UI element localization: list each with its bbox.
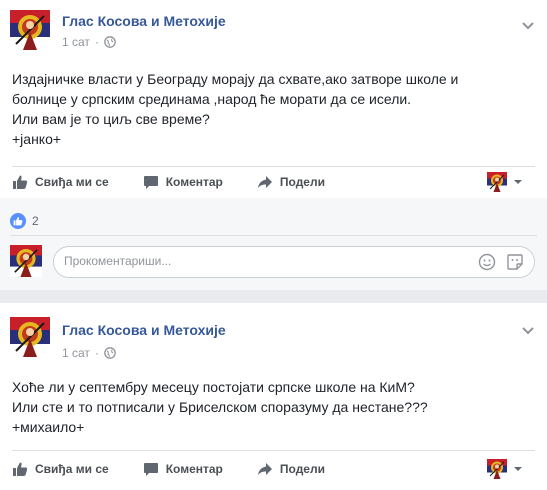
comment-label: Коментар (165, 175, 223, 189)
page-avatar-icon[interactable] (10, 10, 50, 50)
like-button[interactable]: Свиђа ми се (12, 174, 109, 190)
page-avatar-icon (487, 459, 507, 479)
sticker-icon[interactable] (506, 253, 524, 271)
share-button[interactable]: Подели (257, 461, 325, 477)
chevron-down-icon[interactable] (521, 20, 535, 30)
page-avatar-icon (487, 172, 507, 192)
post-as-selector[interactable] (487, 172, 523, 192)
comment-icon (143, 176, 158, 189)
divider (10, 235, 537, 236)
share-button[interactable]: Подели (257, 174, 325, 190)
post-card: Глас Косова и Метохије 1 сат · Хоће ли у… (0, 303, 547, 490)
reactions-summary[interactable]: 2 (10, 213, 39, 229)
post-text-line: Издајничке власти у Београду морају да с… (12, 71, 459, 87)
post-meta: 1 сат · (62, 35, 116, 49)
divider (12, 450, 535, 451)
chevron-down-icon[interactable] (521, 325, 535, 335)
post-meta: 1 сат · (62, 346, 116, 360)
comment-icon (143, 463, 158, 476)
comment-label: Коментар (165, 462, 223, 476)
like-reaction-icon (10, 213, 26, 229)
post-text-line: Хоће ли у септембру месецу постојати срп… (12, 379, 415, 395)
share-icon (257, 463, 272, 475)
post-text-line: +јанко+ (12, 131, 62, 147)
like-label: Свиђа ми се (35, 175, 109, 189)
comment-button[interactable]: Коментар (143, 461, 223, 477)
comment-input[interactable] (62, 253, 446, 269)
post-text: Хоће ли у септембру месецу постојати срп… (12, 377, 532, 437)
page-name-link[interactable]: Глас Косова и Метохије (62, 13, 226, 29)
comment-box[interactable] (53, 246, 535, 278)
post-as-selector[interactable] (487, 459, 523, 479)
page-avatar-icon[interactable] (10, 317, 50, 357)
post-card: Глас Косова и Метохије 1 сат · Издајничк… (0, 0, 547, 290)
chevron-down-icon (514, 180, 522, 184)
reaction-count: 2 (32, 214, 39, 228)
post-text: Издајничке власти у Београду морају да с… (12, 69, 532, 149)
page-name-link[interactable]: Глас Косова и Метохије (62, 322, 226, 338)
post-actions: Свиђа ми се Коментар Подели (12, 167, 535, 197)
post-timestamp[interactable]: 1 сат (62, 35, 90, 49)
globe-icon (104, 36, 116, 48)
like-button[interactable]: Свиђа ми се (12, 461, 109, 477)
share-label: Подели (279, 462, 325, 476)
post-text-line: болнице у српским срединама ,народ ће мо… (12, 91, 412, 107)
like-icon (13, 175, 28, 189)
comments-section: 2 (0, 198, 547, 290)
post-timestamp[interactable]: 1 сат (62, 346, 90, 360)
like-label: Свиђа ми се (35, 462, 109, 476)
emoji-icon[interactable] (478, 253, 496, 271)
post-text-line: Или сте и то потписали у Бриселском спор… (12, 399, 428, 415)
post-text-line: Или вам је то циљ све време? (12, 111, 210, 127)
share-label: Подели (279, 175, 325, 189)
post-text-line: +михаило+ (12, 419, 85, 435)
share-icon (257, 176, 272, 188)
post-actions: Свиђа ми се Коментар Подели (12, 454, 535, 484)
like-icon (13, 462, 28, 476)
commenter-avatar-icon (10, 245, 42, 277)
chevron-down-icon (514, 467, 522, 471)
globe-icon (104, 347, 116, 359)
comment-button[interactable]: Коментар (143, 174, 223, 190)
